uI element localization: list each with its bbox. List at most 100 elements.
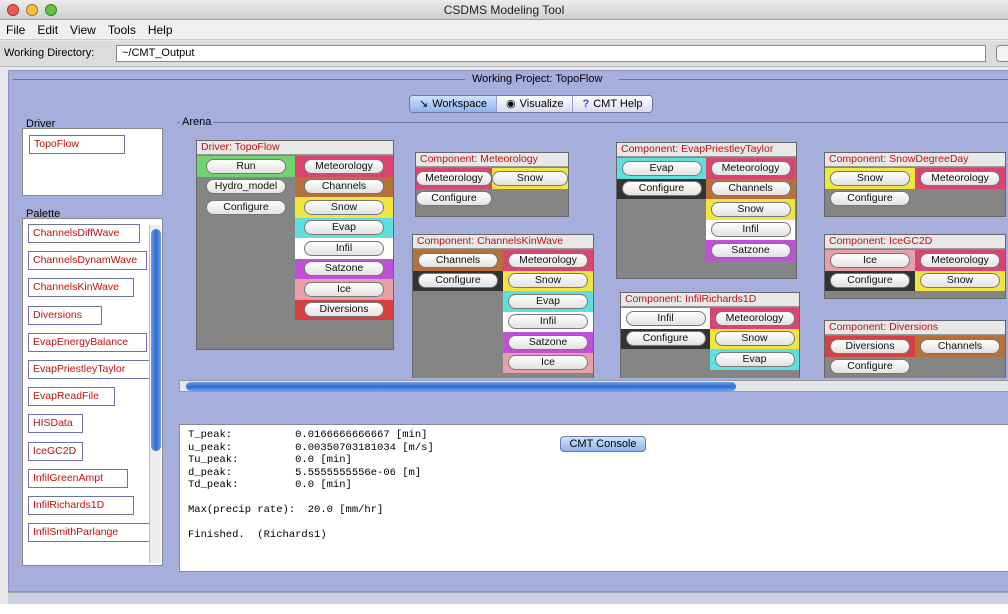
configure-button[interactable]: Configure xyxy=(830,191,910,207)
meteorology-button[interactable]: Meteorology xyxy=(416,170,492,186)
component-panel[interactable]: Component: IceGC2D Ice Configure Meteorolog… xyxy=(824,234,1006,299)
port-cell: Channels xyxy=(413,250,503,271)
minimize-icon[interactable] xyxy=(26,4,38,16)
palette-item[interactable]: InfilGreenAmpt xyxy=(28,468,128,488)
satzone-button[interactable]: Satzone xyxy=(508,334,588,350)
project-title-row: Working Project: TopoFlow xyxy=(9,71,1008,87)
palette-item[interactable]: ChannelsDynamWave xyxy=(28,251,147,271)
diversions-button[interactable]: Diversions xyxy=(830,338,910,354)
snow-button[interactable]: Snow xyxy=(304,199,384,215)
port-cell: Diversions xyxy=(295,299,393,320)
snow-button[interactable]: Snow xyxy=(714,331,795,347)
palette-item[interactable]: Diversions xyxy=(28,305,102,325)
component-panel[interactable]: Component: Diversions Diversions Configure… xyxy=(824,320,1006,378)
tab-cmt-help[interactable]: ? CMT Help xyxy=(573,96,652,112)
palette-item[interactable]: IceGC2D xyxy=(28,441,83,461)
scroll-thumb[interactable] xyxy=(151,229,161,451)
palette-scrollbar[interactable] xyxy=(149,225,161,563)
configure-button[interactable]: Configure xyxy=(625,331,706,347)
menu-tools[interactable]: Tools xyxy=(108,23,136,37)
cmt-console-button[interactable]: CMT Console xyxy=(560,436,646,452)
component-title: Component: Meteorology xyxy=(416,153,568,167)
port-cell: Configure xyxy=(621,328,710,349)
meteorology-button[interactable]: Meteorology xyxy=(920,170,1000,186)
component-title: Component: Diversions xyxy=(825,321,1005,335)
console-line: d_peak: 5.5555555556e-06 [m] xyxy=(188,466,422,479)
palette-item[interactable]: HISData xyxy=(28,414,83,434)
infil-button[interactable]: Infil xyxy=(710,222,791,238)
diversions-button[interactable]: Diversions xyxy=(304,302,384,318)
channels-button[interactable]: Channels xyxy=(920,338,1000,354)
working-directory-field[interactable]: ~/CMT_Output xyxy=(116,45,986,62)
menu-file[interactable]: File xyxy=(6,23,25,37)
zoom-icon[interactable] xyxy=(45,4,57,16)
port-cell: Meteorology xyxy=(503,250,593,271)
ice-button[interactable]: Ice xyxy=(304,281,384,297)
ice-button[interactable]: Ice xyxy=(508,355,588,371)
port-cell: Snow xyxy=(295,197,393,218)
menu-help[interactable]: Help xyxy=(148,23,173,37)
evap-button[interactable]: Evap xyxy=(621,160,702,176)
configure-button[interactable]: Configure xyxy=(416,191,492,207)
infil-button[interactable]: Infil xyxy=(304,240,384,256)
satzone-button[interactable]: Satzone xyxy=(710,242,791,258)
port-cell: Satzone xyxy=(503,332,593,353)
palette-item[interactable]: InfilRichards1D xyxy=(28,496,134,515)
ice-button[interactable]: Ice xyxy=(830,252,910,268)
meteorology-button[interactable]: Meteorology xyxy=(508,252,588,268)
channels-button[interactable]: Channels xyxy=(710,181,791,197)
infil-button[interactable]: Infil xyxy=(508,314,588,330)
menu-view[interactable]: View xyxy=(70,23,96,37)
tab-visualize[interactable]: ◉ Visualize xyxy=(497,96,574,112)
port-cell: Run xyxy=(197,156,295,177)
palette-item[interactable]: ChannelsDiffWave xyxy=(28,224,141,243)
arrow-icon: ↘ xyxy=(419,98,429,110)
component-panel[interactable]: Component: SnowDegreeDay Snow Configure Met… xyxy=(824,152,1006,217)
configure-button[interactable]: Configure xyxy=(830,273,910,289)
component-panel[interactable]: Driver: TopoFlow Run Hydro_model Configure M… xyxy=(196,140,394,350)
configure-button[interactable]: Configure xyxy=(621,181,702,197)
configure-button[interactable]: Configure xyxy=(206,199,286,215)
driver-item-topoflow[interactable]: TopoFlow xyxy=(29,135,125,154)
evap-button[interactable]: Evap xyxy=(508,293,588,309)
browse-button[interactable] xyxy=(996,45,1008,62)
satzone-button[interactable]: Satzone xyxy=(304,261,384,277)
hydro-model-button[interactable]: Hydro_model xyxy=(206,179,286,195)
configure-button[interactable]: Configure xyxy=(418,273,498,289)
tab-workspace[interactable]: ↘ Workspace xyxy=(410,96,498,112)
snow-button[interactable]: Snow xyxy=(920,273,1000,289)
meteorology-button[interactable]: Meteorology xyxy=(920,252,1000,268)
channels-button[interactable]: Channels xyxy=(304,179,384,195)
close-icon[interactable] xyxy=(7,4,19,16)
run-button[interactable]: Run xyxy=(206,158,286,174)
component-panel[interactable]: Component: Meteorology Meteorology Configu… xyxy=(415,152,569,217)
snow-button[interactable]: Snow xyxy=(710,201,791,217)
scroll-thumb[interactable] xyxy=(186,382,736,391)
configure-button[interactable]: Configure xyxy=(830,359,910,375)
component-panel[interactable]: Component: ChannelsKinWave Channels Config… xyxy=(412,234,594,378)
palette-item[interactable]: EvapPriestleyTaylor xyxy=(28,360,160,379)
snow-button[interactable]: Snow xyxy=(830,170,910,186)
port-cell: Meteorology xyxy=(915,250,1005,271)
palette-item[interactable]: ChannelsKinWave xyxy=(28,278,134,298)
evap-button[interactable]: Evap xyxy=(714,351,795,367)
snow-button[interactable]: Snow xyxy=(508,273,588,289)
palette-item[interactable]: InfilSmithParlange xyxy=(28,523,154,543)
component-panel[interactable]: Component: EvapPriestleyTaylor Evap Config… xyxy=(616,142,797,279)
arena-scrollbar[interactable] xyxy=(179,380,1008,392)
port-cell: Configure xyxy=(825,188,915,209)
driver-panel: TopoFlow xyxy=(22,128,163,196)
meteorology-button[interactable]: Meteorology xyxy=(304,158,384,174)
menu-edit[interactable]: Edit xyxy=(37,23,58,37)
channels-button[interactable]: Channels xyxy=(418,252,498,268)
palette-item[interactable]: EvapEnergyBalance xyxy=(28,332,147,352)
snow-button[interactable]: Snow xyxy=(492,170,568,186)
tab-bar: ↘ Workspace ◉ Visualize? CMT Help xyxy=(409,95,653,113)
evap-button[interactable]: Evap xyxy=(304,220,384,236)
component-panel[interactable]: Component: InfilRichards1D Infil Configure… xyxy=(620,292,800,378)
meteorology-button[interactable]: Meteorology xyxy=(714,310,795,326)
infil-button[interactable]: Infil xyxy=(625,310,706,326)
palette-item[interactable]: EvapReadFile xyxy=(28,387,115,407)
eye-icon: ◉ xyxy=(506,98,516,110)
meteorology-button[interactable]: Meteorology xyxy=(710,160,791,176)
